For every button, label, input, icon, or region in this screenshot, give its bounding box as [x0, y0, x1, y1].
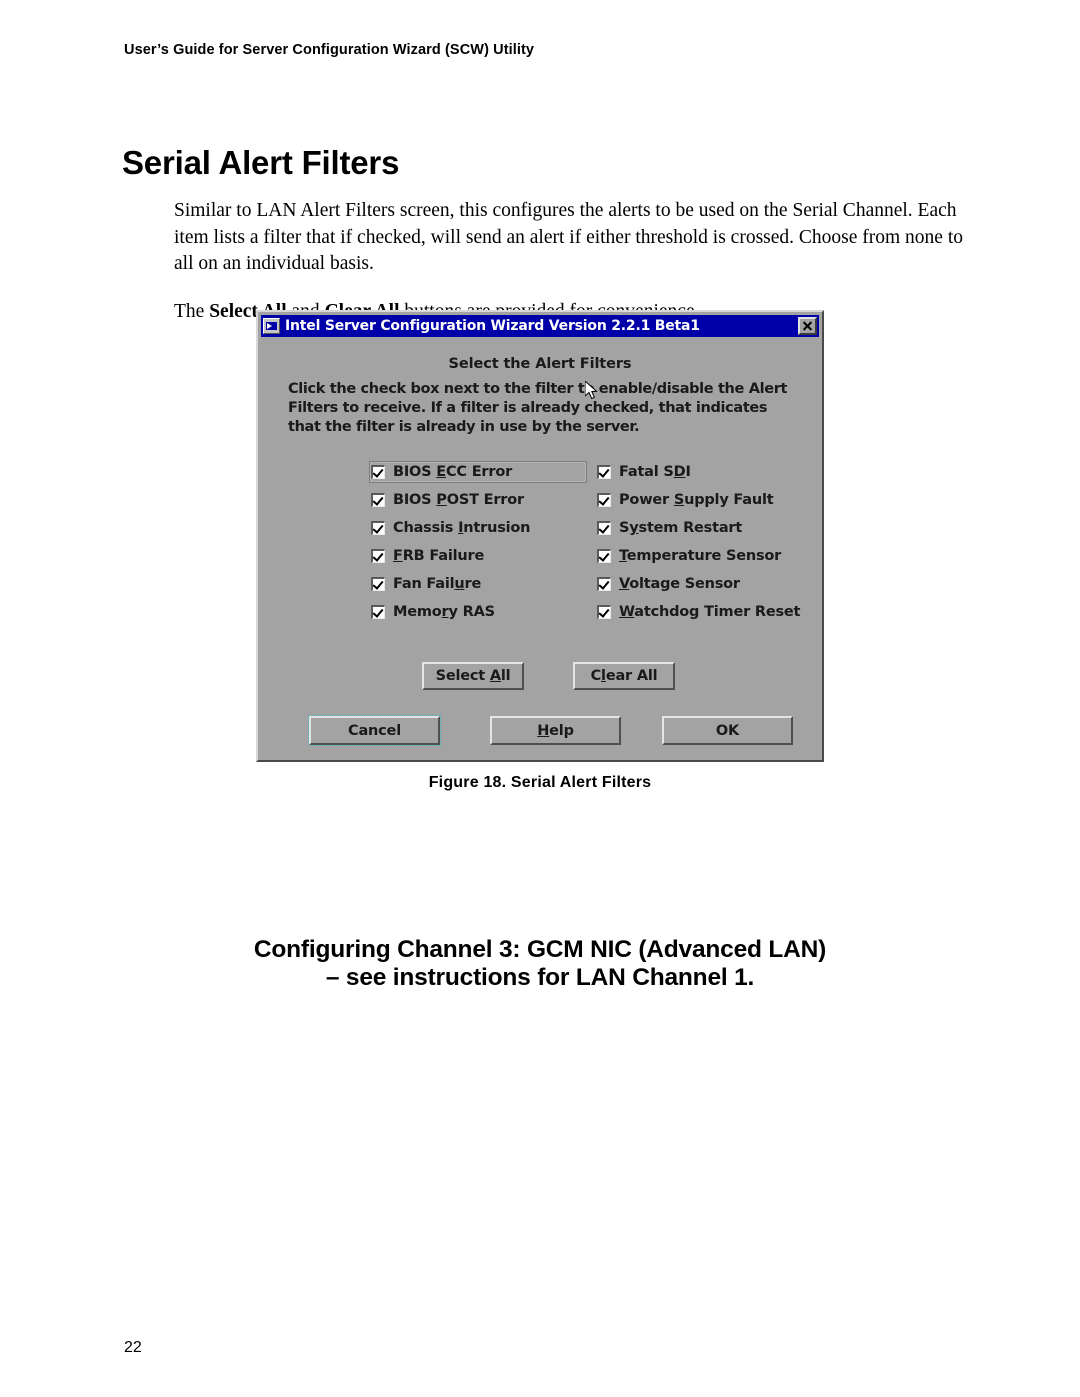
checkbox-icon[interactable]	[371, 521, 385, 535]
scw-dialog-window: Intel Server Configuration Wizard Versio…	[256, 310, 824, 762]
checkbox-icon[interactable]	[371, 549, 385, 563]
paragraph-2-prefix: The	[174, 300, 210, 322]
filter-label: BIOS ECC Error	[393, 464, 513, 480]
cancel-button[interactable]: Cancel	[308, 715, 441, 746]
paragraph-1: Similar to LAN Alert Filters screen, thi…	[174, 200, 963, 274]
filter-label: Fan Failure	[393, 576, 482, 592]
filter-label: Chassis Intrusion	[393, 520, 531, 536]
ok-label: OK	[715, 722, 740, 739]
clear-all-button[interactable]: Clear All	[573, 662, 675, 690]
filter-frb-failure[interactable]: FRB Failure	[369, 545, 599, 567]
cancel-label: Cancel	[348, 722, 401, 739]
ok-button[interactable]: OK	[662, 716, 793, 745]
filter-voltage-sensor[interactable]: Voltage Sensor	[595, 573, 810, 595]
filter-label: BIOS POST Error	[393, 492, 524, 508]
body-text: Similar to LAN Alert Filters screen, thi…	[174, 198, 964, 325]
checkbox-icon[interactable]	[371, 605, 385, 619]
filter-label: FRB Failure	[393, 548, 485, 564]
filter-bios-ecc-error[interactable]: BIOS ECC Error	[369, 461, 587, 483]
filter-label: Power Supply Fault	[619, 492, 774, 508]
section-heading: Configuring Channel 3: GCM NIC (Advanced…	[0, 936, 1080, 992]
checkbox-icon[interactable]	[371, 577, 385, 591]
section-heading-line-1: Configuring Channel 3: GCM NIC (Advanced…	[253, 936, 827, 964]
dialog-title: Intel Server Configuration Wizard Versio…	[285, 318, 700, 334]
filter-column-right: Fatal SDI Power Supply Fault System Rest…	[595, 461, 810, 629]
alert-filters-group: BIOS ECC Error BIOS POST Error Chassis I…	[261, 461, 819, 629]
filter-label: Temperature Sensor	[619, 548, 782, 564]
running-header: User’s Guide for Server Configuration Wi…	[124, 42, 535, 58]
intel-wizard-icon	[263, 318, 280, 334]
checkbox-icon[interactable]	[371, 465, 385, 479]
filter-label: Watchdog Timer Reset	[619, 604, 801, 620]
filter-column-left: BIOS ECC Error BIOS POST Error Chassis I…	[369, 461, 599, 629]
close-icon[interactable]	[798, 317, 817, 335]
clear-all-label: Clear All	[590, 668, 658, 684]
select-all-button[interactable]: Select All	[422, 662, 524, 690]
dialog-body: Select the Alert Filters Click the check…	[261, 339, 819, 757]
filter-chassis-intrusion[interactable]: Chassis Intrusion	[369, 517, 599, 539]
page-number: 22	[124, 1339, 142, 1356]
filter-label: Fatal SDI	[619, 464, 691, 480]
checkbox-icon[interactable]	[597, 521, 611, 535]
help-label: Help	[537, 722, 574, 739]
checkbox-icon[interactable]	[597, 605, 611, 619]
help-button[interactable]: Help	[490, 716, 621, 745]
dialog-titlebar[interactable]: Intel Server Configuration Wizard Versio…	[261, 315, 819, 337]
filter-system-restart[interactable]: System Restart	[595, 517, 810, 539]
filter-power-supply-fault[interactable]: Power Supply Fault	[595, 489, 810, 511]
document-page: User’s Guide for Server Configuration Wi…	[0, 0, 1080, 1397]
filter-label: Memory RAS	[393, 604, 495, 620]
dialog-heading: Select the Alert Filters	[448, 356, 632, 372]
checkbox-icon[interactable]	[371, 493, 385, 507]
filter-temperature-sensor[interactable]: Temperature Sensor	[595, 545, 810, 567]
section-heading-line-2: – see instructions for LAN Channel 1.	[325, 964, 755, 992]
filter-bios-post-error[interactable]: BIOS POST Error	[369, 489, 599, 511]
figure-caption: Figure 18. Serial Alert Filters	[428, 774, 652, 791]
page-title: Serial Alert Filters	[122, 144, 400, 182]
checkbox-icon[interactable]	[597, 577, 611, 591]
dialog-instructions: Click the check box next to the filter t…	[288, 381, 788, 435]
select-all-label: Select All	[435, 668, 511, 684]
filter-fatal-sdi[interactable]: Fatal SDI	[595, 461, 810, 483]
checkbox-icon[interactable]	[597, 493, 611, 507]
filter-label: System Restart	[619, 520, 743, 536]
filter-fan-failure[interactable]: Fan Failure	[369, 573, 599, 595]
filter-label: Voltage Sensor	[619, 576, 740, 592]
filter-memory-ras[interactable]: Memory RAS	[369, 601, 599, 623]
checkbox-icon[interactable]	[597, 549, 611, 563]
checkbox-icon[interactable]	[597, 465, 611, 479]
filter-watchdog-timer-reset[interactable]: Watchdog Timer Reset	[595, 601, 810, 623]
